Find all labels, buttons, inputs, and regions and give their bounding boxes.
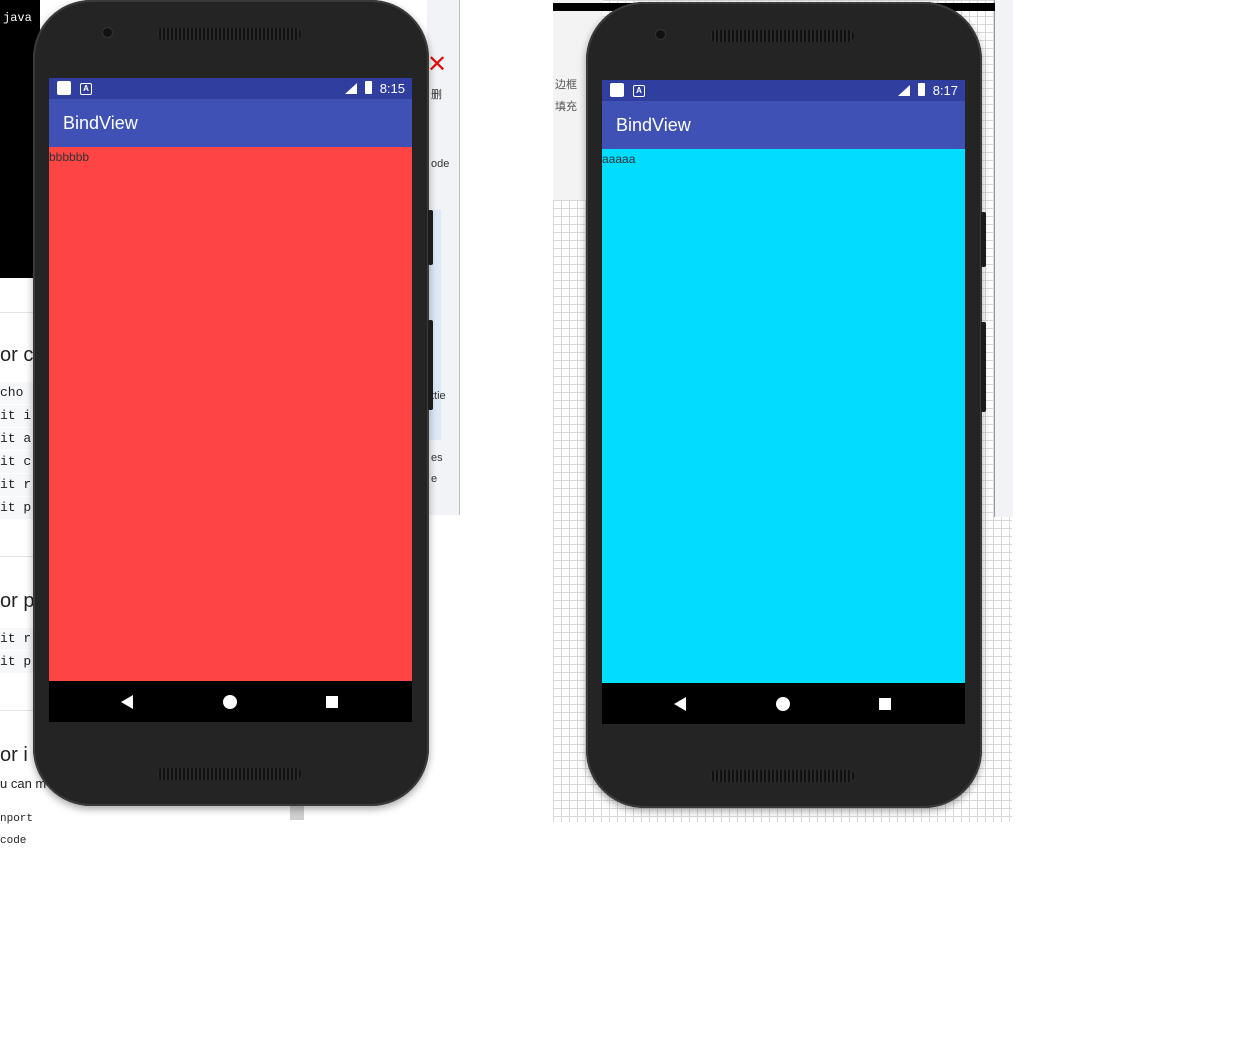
volume-button[interactable] — [981, 212, 986, 267]
fragment-text: ode — [431, 158, 450, 170]
navigation-bar — [602, 683, 965, 724]
bottom-speaker — [710, 770, 854, 782]
signal-icon — [345, 83, 357, 94]
status-time: 8:15 — [379, 81, 405, 96]
layout-editor-sidebar — [994, 0, 1013, 517]
fragment-text: ttie — [431, 390, 446, 402]
app-bar: BindView — [602, 101, 965, 149]
content-view[interactable]: aaaaa — [602, 149, 965, 683]
app-title: BindView — [616, 115, 691, 135]
bottom-speaker — [157, 768, 301, 780]
doc-heading: or i — [0, 744, 28, 766]
content-text: aaaaa — [602, 152, 636, 166]
back-icon[interactable] — [121, 695, 133, 709]
home-icon[interactable] — [776, 697, 790, 711]
back-icon[interactable] — [674, 697, 686, 711]
doc-heading: or c — [0, 344, 34, 366]
phone-emulator-left: A 8:15 BindView bbbbbb — [33, 0, 433, 806]
recents-icon[interactable] — [326, 696, 338, 708]
earpiece-speaker — [157, 28, 301, 40]
doc-text: nport code — [0, 808, 62, 847]
status-bar: A 8:15 — [49, 78, 412, 99]
recents-icon[interactable] — [879, 698, 891, 710]
terminal-text: java — [3, 11, 32, 25]
status-bar: A 8:17 — [602, 80, 965, 101]
fragment-text: 删 — [431, 89, 442, 101]
content-view[interactable]: bbbbbb — [49, 147, 412, 681]
content-text: bbbbbb — [49, 150, 90, 164]
phone-screen: A 8:17 BindView aaaaa — [602, 80, 965, 724]
fragment-text: es — [431, 452, 443, 464]
app-title: BindView — [63, 113, 138, 133]
home-icon[interactable] — [223, 695, 237, 709]
panel-label: 边框 — [555, 79, 577, 91]
phone-emulator-right: A 8:17 BindView aaaaa — [586, 2, 986, 808]
notification-icon — [57, 81, 71, 95]
power-button[interactable] — [428, 320, 433, 410]
signal-icon — [898, 85, 910, 96]
phone-screen: A 8:15 BindView bbbbbb — [49, 78, 412, 722]
camera-icon — [655, 29, 666, 40]
notification-icon — [610, 83, 624, 97]
volume-button[interactable] — [428, 210, 433, 265]
camera-icon — [102, 27, 113, 38]
a-icon: A — [80, 83, 92, 95]
navigation-bar — [49, 681, 412, 722]
a-icon: A — [633, 85, 645, 97]
earpiece-speaker — [710, 30, 854, 42]
fragment-text: e — [431, 473, 438, 485]
app-bar: BindView — [49, 99, 412, 147]
power-button[interactable] — [981, 322, 986, 412]
battery-icon — [918, 83, 925, 96]
status-time: 8:17 — [932, 83, 958, 98]
doc-heading: or p — [0, 590, 35, 612]
close-icon: ✕ — [427, 51, 448, 78]
panel-label: 填充 — [555, 101, 577, 113]
battery-icon — [365, 81, 372, 94]
